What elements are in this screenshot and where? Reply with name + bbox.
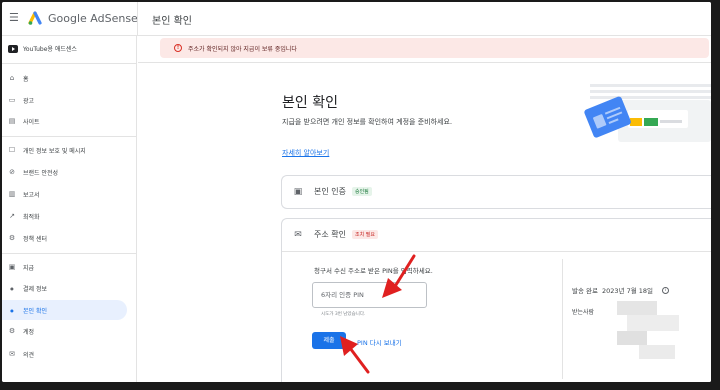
status-badge: 조치 필요 — [351, 230, 378, 239]
adsense-logo-icon — [28, 11, 42, 25]
dot-icon: ● — [10, 285, 14, 291]
resend-pin-link[interactable]: PIN 다시 보내기 — [357, 337, 402, 347]
sidebar-item-ads[interactable]: ▭ 광고 — [2, 90, 127, 110]
sidebar-divider — [2, 63, 136, 64]
info-icon[interactable]: i — [662, 286, 670, 294]
sidebar-item-label: 결제 정보 — [23, 285, 47, 293]
sites-icon: ▤ — [8, 117, 16, 125]
payment-hold-alert: ! 주소가 확인되지 않아 지급이 보류 중입니다 — [160, 38, 709, 58]
privacy-icon: ☐ — [8, 146, 16, 154]
optimization-icon: ↗ — [9, 212, 15, 220]
identity-card-header: ▣ 본인 인증 승인됨 — [292, 186, 372, 197]
sidebar-item-label: 지급 — [23, 264, 35, 272]
pin-prompt: 청구서 수신 주소로 받은 PIN을 입력하세요. — [314, 267, 433, 275]
account-icon: ⚙ — [8, 327, 16, 335]
sent-info: 발송 완료 2023년 7월 18일 i — [572, 285, 670, 295]
dot-icon: ● — [10, 307, 14, 313]
home-icon: ⌂ — [9, 74, 15, 82]
alert-text: 주소가 확인되지 않아 지급이 보류 중입니다 — [188, 45, 297, 53]
sidebar-item-home[interactable]: ⌂ 홈 — [2, 68, 127, 88]
menu-icon[interactable]: ☰ — [9, 12, 19, 24]
learn-more-link[interactable]: 자세히 알아보기 — [282, 148, 329, 158]
mail-icon: ✉ — [294, 229, 302, 240]
page-description: 지급을 받으려면 개인 정보를 확인하여 계정을 준비하세요. — [282, 118, 453, 126]
error-icon: ! — [174, 44, 182, 52]
sidebar: YouTube용 애드센스 ⌂ 홈 ▭ 광고 ▤ 사이트 ☐ 개인 정보 보호 … — [2, 36, 137, 382]
sidebar-item-verification[interactable]: ● 본인 확인 — [2, 300, 127, 320]
sidebar-item-label: 본인 확인 — [23, 307, 47, 315]
pin-input[interactable]: 6자리 인증 PIN — [312, 282, 427, 308]
brand-name: Google AdSense — [48, 12, 138, 25]
app-window: ☰ Google AdSense 본인 확인 YouTube용 애드센스 ⌂ 홈… — [2, 2, 711, 382]
card-column-divider — [562, 259, 563, 379]
youtube-icon — [8, 44, 18, 53]
sidebar-item-optimization[interactable]: ↗ 최적화 — [2, 206, 127, 226]
account-switcher[interactable]: YouTube용 애드센스 — [8, 44, 77, 53]
top-divider — [137, 2, 138, 36]
sidebar-item-label: 계정 — [23, 328, 35, 336]
sidebar-item-label: 홈 — [23, 75, 29, 83]
sidebar-item-label: 개인 정보 보호 및 메시지 — [23, 147, 86, 155]
brand-safety-icon: ⊘ — [9, 168, 15, 176]
sidebar-item-policy[interactable]: ⚙ 정책 센터 — [2, 228, 127, 248]
top-bar: ☰ Google AdSense 본인 확인 — [2, 2, 711, 36]
sidebar-item-privacy[interactable]: ☐ 개인 정보 보호 및 메시지 — [2, 140, 127, 160]
sidebar-item-label: 최적화 — [23, 213, 40, 221]
account-name: YouTube용 애드센스 — [23, 46, 77, 53]
card-divider — [282, 251, 711, 252]
submit-button[interactable]: 제출 — [312, 332, 346, 349]
sidebar-item-payments[interactable]: ▣ 지급 — [2, 257, 127, 277]
sidebar-item-brand-safety[interactable]: ⊘ 브랜드 안전성 — [2, 162, 127, 182]
address-card-title: 주소 확인 — [314, 230, 346, 239]
status-badge: 승인됨 — [351, 187, 372, 196]
sidebar-divider — [2, 136, 136, 137]
attempts-hint: 시도가 3번 남았습니다. — [321, 312, 366, 317]
alert-divider — [138, 62, 711, 63]
sidebar-item-account[interactable]: ⚙ 계정 — [2, 321, 127, 341]
sent-date: 2023년 7월 18일 — [602, 287, 654, 295]
sidebar-item-label: 정책 센터 — [23, 235, 47, 243]
sidebar-item-feedback[interactable]: ✉ 의견 — [2, 344, 127, 364]
id-card-icon: ▣ — [293, 186, 303, 197]
page-header-title: 본인 확인 — [152, 16, 192, 27]
sidebar-item-label: 사이트 — [23, 118, 40, 126]
address-verification-card: ✉ 주소 확인 조치 필요 청구서 수신 주소로 받은 PIN을 입력하세요. … — [281, 218, 711, 382]
policy-icon: ⚙ — [8, 234, 16, 242]
main-content: ! 주소가 확인되지 않아 지급이 보류 중입니다 본인 확인 지급을 받으려면… — [138, 36, 711, 382]
ads-icon: ▭ — [8, 96, 16, 104]
sidebar-item-payment-info[interactable]: ● 결제 정보 — [2, 278, 127, 298]
identity-card-title: 본인 인증 — [314, 187, 346, 196]
address-card-header: ✉ 주소 확인 조치 필요 — [292, 229, 378, 240]
sent-label: 발송 완료 — [572, 287, 598, 295]
sidebar-item-reports[interactable]: ▥ 보고서 — [2, 184, 127, 204]
feedback-icon: ✉ — [9, 350, 15, 358]
recipient-label: 받는사람 — [572, 309, 595, 316]
identity-verification-card[interactable]: ▣ 본인 인증 승인됨 — [281, 175, 711, 209]
sidebar-item-label: 보고서 — [23, 191, 40, 199]
reports-icon: ▥ — [8, 190, 16, 198]
payments-icon: ▣ — [8, 263, 16, 271]
sidebar-item-label: 광고 — [23, 97, 35, 105]
redacted-address — [617, 301, 679, 363]
sidebar-item-label: 의견 — [23, 351, 35, 359]
sidebar-item-label: 브랜드 안전성 — [23, 169, 59, 177]
verification-illustration — [584, 84, 711, 142]
sidebar-divider — [2, 253, 136, 254]
page-title: 본인 확인 — [282, 95, 338, 111]
sidebar-item-sites[interactable]: ▤ 사이트 — [2, 111, 127, 131]
